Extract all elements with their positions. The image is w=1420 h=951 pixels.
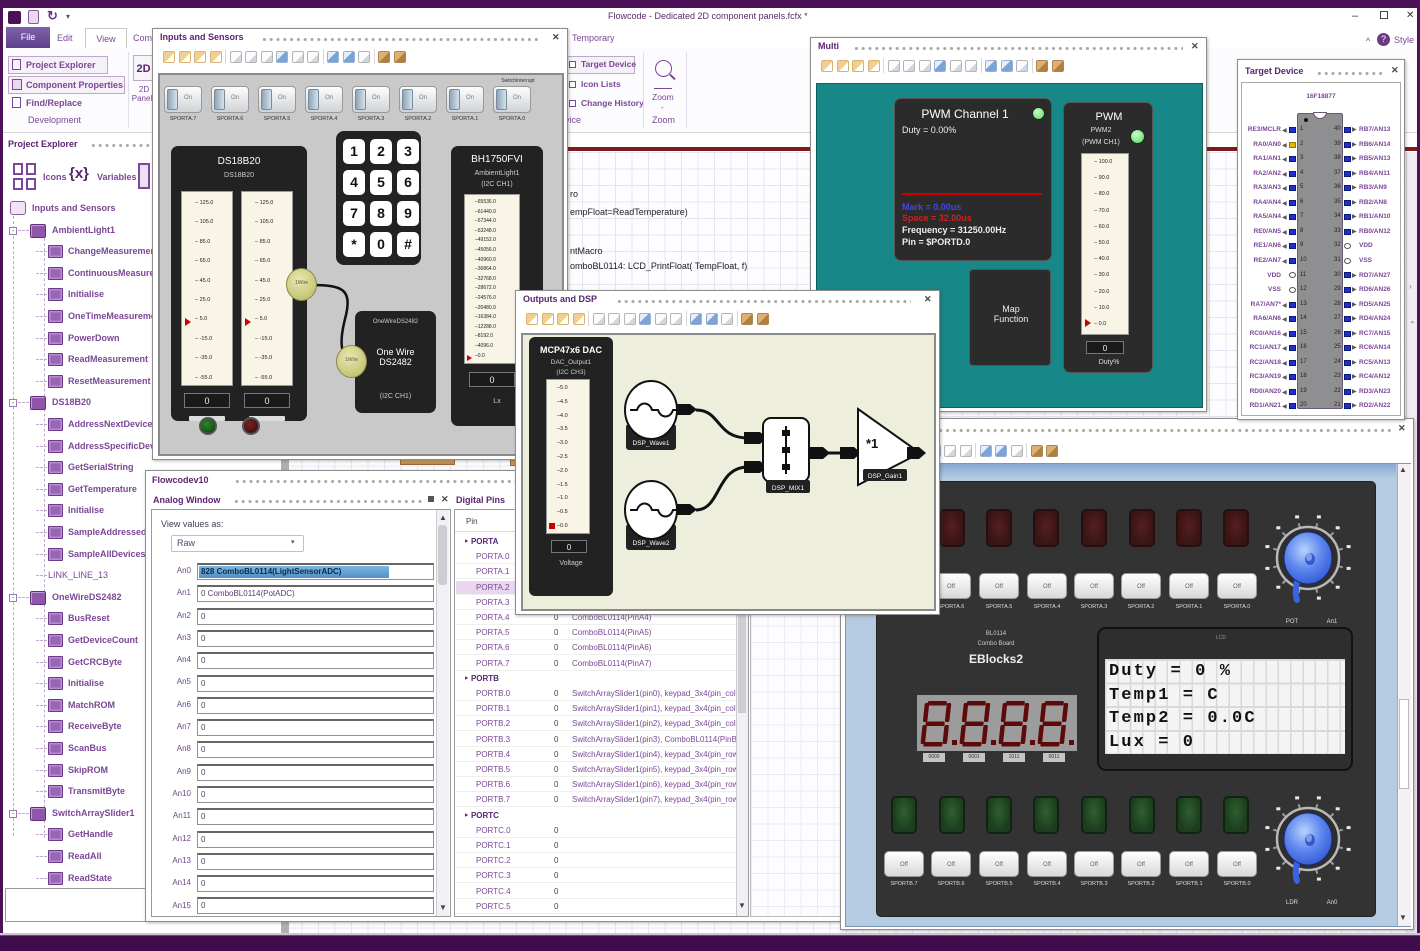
svg-text:DSP_MIX1: DSP_MIX1 — [772, 485, 805, 492]
svg-text:DSP_Wave1: DSP_Wave1 — [633, 440, 670, 447]
svg-text:DSP_Gain1: DSP_Gain1 — [868, 473, 903, 480]
svg-text:DSP_Wave2: DSP_Wave2 — [633, 540, 670, 547]
svg-text:*1: *1 — [866, 436, 878, 451]
